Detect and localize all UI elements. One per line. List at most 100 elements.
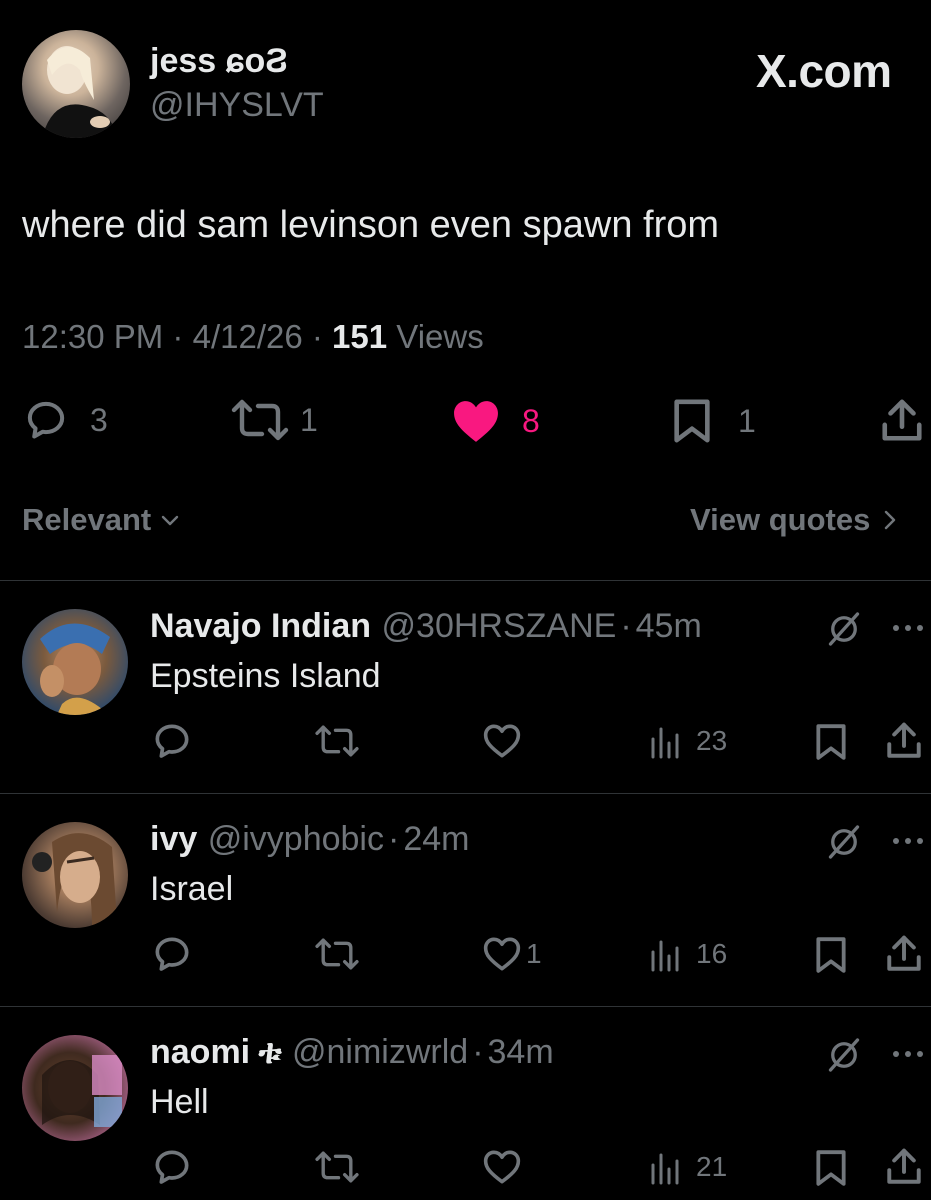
reply-action-reply[interactable] [152, 721, 192, 761]
separator: · [172, 318, 184, 355]
repost-icon [314, 936, 360, 972]
like-icon [450, 398, 502, 444]
separator: · [311, 318, 323, 355]
sort-label: Relevant [22, 502, 152, 537]
reply-handle[interactable]: @ivyphobic [208, 820, 384, 858]
reply-time[interactable]: 45m [636, 607, 702, 645]
more-icon[interactable] [890, 834, 926, 848]
separator: · [387, 820, 400, 858]
like-count: 8 [522, 402, 540, 439]
author-handle[interactable]: @IHYSLVT [150, 86, 324, 125]
bookmark-count: 1 [738, 402, 756, 439]
reply-header: naomi ቱ @nimizwrld · 34m [150, 1033, 554, 1072]
grok-icon[interactable] [826, 824, 862, 860]
share-icon [886, 721, 922, 761]
reply-action-share[interactable] [886, 934, 922, 974]
reply-icon [152, 721, 192, 761]
bookmark-icon [672, 398, 712, 444]
separator: · [472, 1033, 484, 1071]
reply-action-repost[interactable] [314, 1149, 360, 1185]
grok-icon[interactable] [826, 1037, 862, 1073]
reply-action-bookmark[interactable] [814, 1149, 848, 1187]
like-count: 1 [526, 938, 542, 969]
view-quotes-link[interactable]: View quotes [690, 502, 900, 538]
reply-action-like[interactable] [482, 723, 526, 759]
reply-text: Hell [150, 1083, 209, 1121]
view-count: 151 [332, 318, 388, 355]
reply-icon [24, 398, 68, 442]
share-icon [886, 934, 922, 974]
views-label: Views [396, 318, 484, 355]
reply-item[interactable]: naomi ቱ @nimizwrld · 34m Hell 21 [0, 1007, 931, 1200]
bookmark-icon [814, 936, 848, 974]
reply-header: ivy @ivyphobic · 24m [150, 820, 469, 859]
reply-button[interactable]: 3 [24, 398, 108, 442]
bookmark-icon [814, 1149, 848, 1187]
reply-action-repost[interactable] [314, 936, 360, 972]
reply-text: Israel [150, 870, 234, 908]
share-button[interactable] [880, 398, 924, 444]
repost-count: 1 [300, 401, 318, 438]
reply-icon [152, 934, 192, 974]
chevron-down-icon [159, 509, 181, 531]
reply-item[interactable]: Navajo Indian @30HRSZANE · 45m Epsteins Is… [0, 581, 931, 793]
avatar[interactable] [22, 609, 128, 715]
reply-action-views[interactable]: 21 [650, 1149, 727, 1185]
view-count: 16 [696, 938, 728, 969]
like-icon [482, 936, 522, 972]
reply-author-name[interactable]: ivy [150, 820, 197, 858]
reply-author-badge: ቱ [258, 1033, 282, 1071]
reply-handle[interactable]: @nimizwrld [292, 1033, 468, 1071]
reply-action-like[interactable] [482, 1149, 526, 1185]
sort-dropdown[interactable]: Relevant [22, 502, 181, 538]
reply-icon [152, 1147, 192, 1187]
like-icon [482, 723, 522, 759]
reply-item[interactable]: ivy @ivyphobic · 24m Israel 1 16 [0, 794, 931, 1006]
reply-text: Epsteins Island [150, 657, 381, 695]
reply-action-views[interactable]: 23 [650, 723, 727, 759]
reply-action-like[interactable]: 1 [482, 936, 542, 972]
views-icon [650, 723, 682, 759]
views-icon [650, 1149, 682, 1185]
reply-action-share[interactable] [886, 721, 922, 761]
reply-time[interactable]: 34m [488, 1033, 554, 1071]
separator: · [620, 607, 632, 645]
reply-action-reply[interactable] [152, 934, 192, 974]
reply-action-bookmark[interactable] [814, 723, 848, 761]
post-date: 4/12/26 [192, 318, 303, 355]
view-count: 21 [696, 1151, 728, 1182]
reply-time[interactable]: 24m [403, 820, 469, 858]
repost-icon [314, 723, 360, 759]
post-text: where did sam levinson even spawn from [22, 204, 720, 246]
avatar[interactable] [22, 822, 128, 928]
reply-action-repost[interactable] [314, 723, 360, 759]
grok-icon[interactable] [826, 611, 862, 647]
reply-author-name[interactable]: naomi [150, 1033, 250, 1071]
view-count: 23 [696, 725, 728, 756]
share-icon [880, 398, 924, 444]
post-time: 12:30 PM [22, 318, 164, 355]
like-icon [482, 1149, 522, 1185]
more-icon[interactable] [890, 1047, 926, 1061]
reply-count: 3 [90, 401, 108, 438]
repost-button[interactable]: 1 [230, 398, 318, 442]
reply-action-reply[interactable] [152, 1147, 192, 1187]
reply-handle[interactable]: @30HRSZANE [382, 607, 617, 645]
more-icon[interactable] [890, 621, 926, 635]
author-avatar[interactable] [22, 30, 130, 138]
reply-header: Navajo Indian @30HRSZANE · 45m [150, 607, 702, 646]
reply-action-bookmark[interactable] [814, 936, 848, 974]
bookmark-icon [814, 723, 848, 761]
bookmark-button[interactable]: 1 [672, 398, 756, 444]
view-quotes-label: View quotes [690, 502, 871, 537]
reply-action-share[interactable] [886, 1147, 922, 1187]
reply-author-name[interactable]: Navajo Indian [150, 607, 371, 645]
like-button[interactable]: 8 [450, 398, 540, 444]
reply-action-views[interactable]: 16 [650, 936, 727, 972]
repost-icon [230, 398, 290, 442]
author-name[interactable]: jess ɕoϨ [150, 42, 288, 81]
views-icon [650, 936, 682, 972]
brand-label: X.com [756, 45, 892, 97]
chevron-right-icon [880, 507, 900, 533]
avatar[interactable] [22, 1035, 128, 1141]
